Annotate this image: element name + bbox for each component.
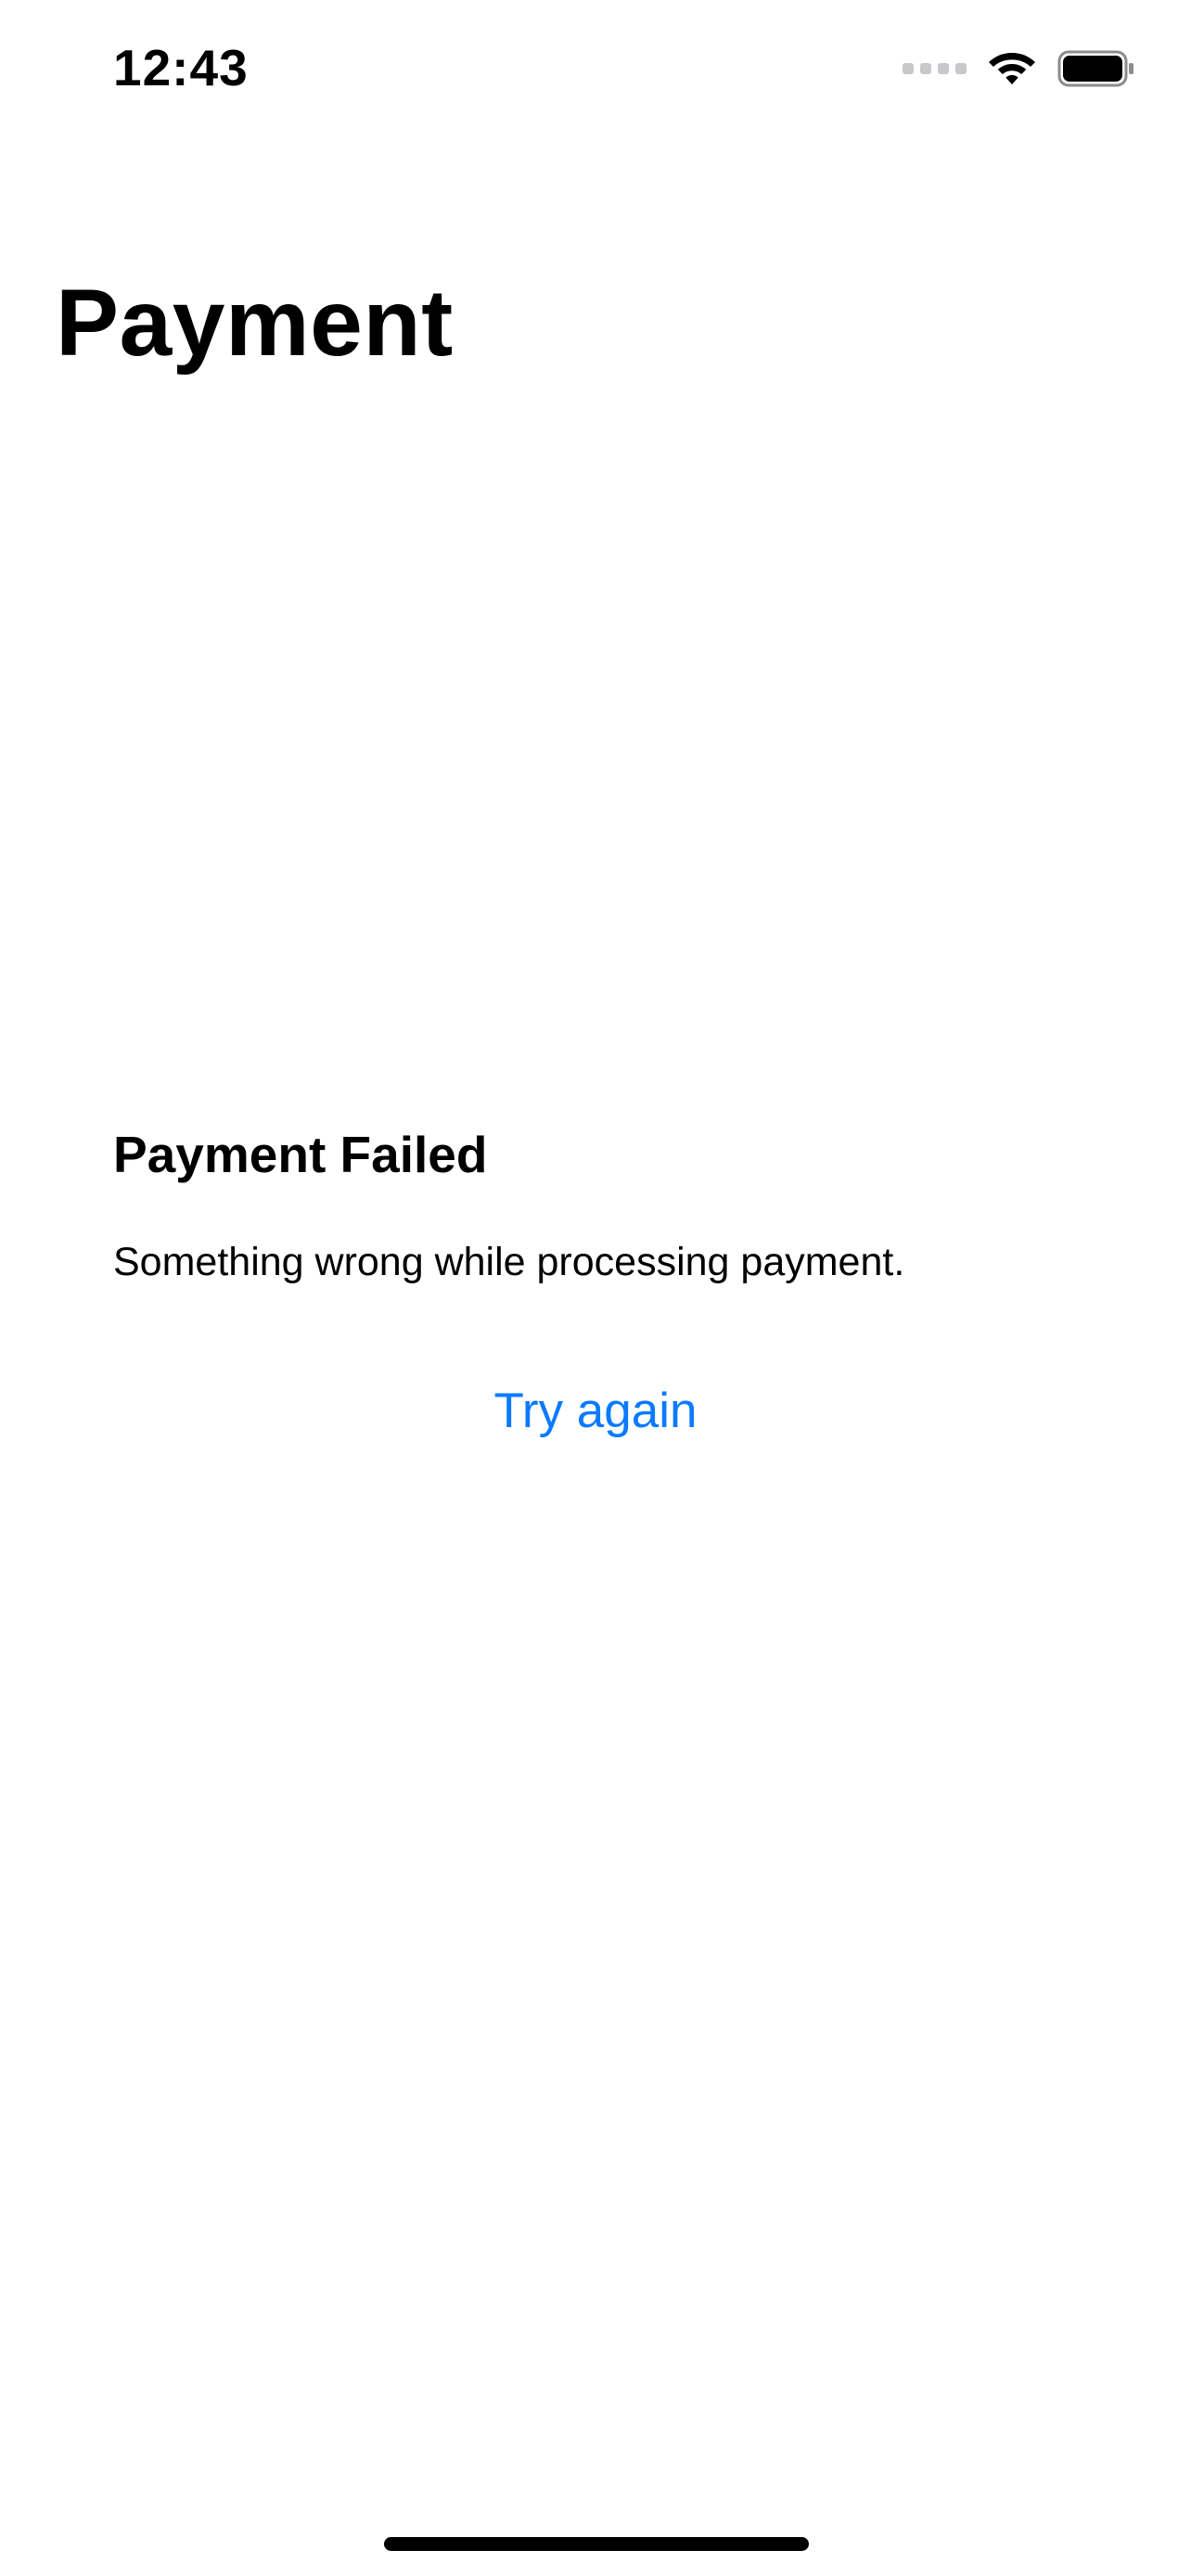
status-time: 12:43 xyxy=(113,39,249,96)
try-again-button[interactable]: Try again xyxy=(0,1372,1191,1450)
status-icons xyxy=(903,46,1135,91)
home-indicator[interactable] xyxy=(384,2537,809,2551)
error-title: Payment Failed xyxy=(113,1126,488,1183)
error-message: Something wrong while processing payment… xyxy=(113,1240,905,1284)
status-bar: 12:43 xyxy=(0,0,1191,139)
battery-icon xyxy=(1057,50,1133,87)
cellular-signal-icon xyxy=(903,63,967,74)
page-title: Payment xyxy=(56,270,454,376)
wifi-icon xyxy=(989,53,1035,84)
